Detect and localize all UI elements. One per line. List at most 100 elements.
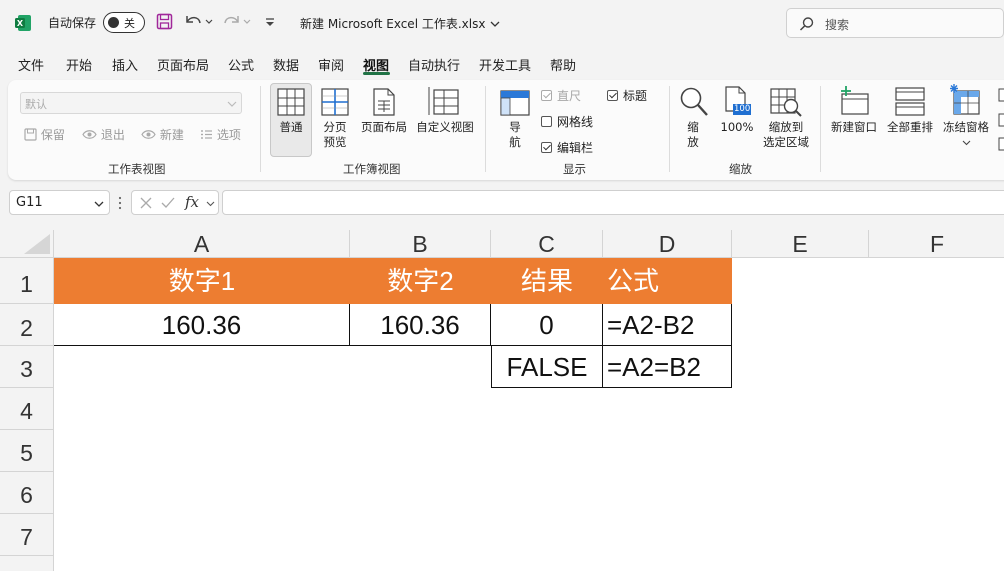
excel-logo-icon: X — [15, 15, 31, 31]
page-layout-label: 页面布局 — [361, 120, 407, 134]
gridlines-checkbox[interactable]: 网格线 — [541, 113, 593, 130]
new-view-button[interactable]: 新建 — [141, 126, 184, 143]
name-box[interactable]: G11 — [9, 190, 110, 215]
navigation-label: 导 航 — [509, 120, 521, 149]
zoom-to-selection-icon[interactable] — [770, 88, 804, 118]
column-header-e[interactable]: E — [732, 230, 869, 258]
eye-icon — [82, 130, 97, 139]
column-header-d[interactable]: D — [603, 230, 732, 258]
page-layout-icon[interactable] — [372, 88, 396, 116]
zoom-to-selection-label: 缩放到 选定区域 — [763, 120, 809, 149]
search-placeholder: 搜索 — [825, 18, 850, 32]
window-more-icons[interactable] — [998, 88, 1004, 154]
cell-d2[interactable]: =A2-B2 — [603, 304, 732, 346]
chevron-down-icon — [206, 201, 215, 207]
autosave-label: 自动保存 — [48, 16, 97, 30]
view-options-button[interactable]: 选项 — [200, 126, 241, 143]
headings-checkbox[interactable]: 标题 — [607, 87, 647, 104]
group-label-workbook-view: 工作簿视图 — [343, 162, 401, 176]
search-box[interactable]: 搜索 — [786, 8, 1004, 38]
document-title[interactable]: 新建 Microsoft Excel 工作表.xlsx — [300, 15, 501, 32]
cell-a2[interactable]: 160.36 — [54, 304, 350, 346]
cell-a1[interactable]: 数字1 — [54, 258, 350, 304]
cell-d1[interactable]: 公式 — [603, 258, 732, 304]
tab-home[interactable]: 开始 — [66, 55, 92, 74]
row-header-3[interactable]: 3 — [0, 346, 54, 388]
keep-view-button[interactable]: 保留 — [24, 126, 65, 143]
toggle-knob — [108, 16, 119, 28]
tab-developer[interactable]: 开发工具 — [479, 55, 531, 74]
redo-icon[interactable] — [222, 13, 252, 31]
row-header-5[interactable]: 5 — [0, 430, 54, 472]
eye-icon — [141, 130, 156, 139]
row-header-8[interactable] — [0, 556, 54, 571]
freeze-panes-icon[interactable] — [949, 84, 981, 116]
cancel-icon[interactable] — [139, 196, 153, 210]
tab-insert[interactable]: 插入 — [112, 55, 138, 74]
row-header-1[interactable]: 1 — [0, 258, 54, 304]
checkbox-box — [607, 90, 618, 101]
ribbon-separator — [820, 86, 821, 172]
formula-bar-checkbox[interactable]: 编辑栏 — [541, 139, 593, 156]
more-dots-icon — [118, 196, 122, 210]
arrange-all-icon[interactable] — [895, 87, 925, 117]
ribbon-separator — [485, 86, 486, 172]
page-break-preview-icon[interactable] — [321, 88, 349, 116]
formula-input[interactable] — [222, 190, 1004, 215]
zoom-icon[interactable] — [678, 86, 710, 118]
ribbon: 默认 保留 退出 新建 选项 工作表视图 普通 分页 预览 页面布局 自定义视图… — [8, 80, 1004, 180]
column-header-a[interactable]: A — [54, 230, 350, 258]
tab-data[interactable]: 数据 — [273, 55, 299, 74]
cell-c1[interactable]: 结果 — [491, 258, 603, 304]
worksheet-grid: A B C D E F 1 2 3 4 5 6 7 数字1 数字2 结果 公式 … — [0, 230, 1004, 571]
new-window-icon[interactable] — [838, 86, 870, 116]
check-icon[interactable] — [160, 196, 176, 210]
select-all-button[interactable] — [0, 230, 54, 258]
row-header-7[interactable]: 7 — [0, 514, 54, 556]
save-icon[interactable] — [156, 13, 173, 30]
row-header-2[interactable]: 2 — [0, 304, 54, 346]
search-icon — [799, 17, 814, 31]
column-header-c[interactable]: C — [491, 230, 603, 258]
chevron-down-icon — [227, 101, 237, 107]
insert-function-button[interactable]: fx — [185, 193, 199, 211]
formula-bar: G11 fx — [0, 188, 1004, 218]
tab-help[interactable]: 帮助 — [550, 55, 576, 74]
checkbox-box — [541, 142, 552, 153]
tab-automate[interactable]: 自动执行 — [408, 55, 460, 74]
chevron-down-icon — [490, 21, 500, 27]
custom-views-icon[interactable] — [428, 86, 462, 116]
column-header-b[interactable]: B — [350, 230, 491, 258]
cell-d3[interactable]: =A2=B2 — [603, 346, 732, 388]
tab-formulas[interactable]: 公式 — [228, 55, 254, 74]
formula-buttons: fx — [131, 190, 219, 215]
group-label-zoom: 缩放 — [729, 162, 752, 176]
tab-file[interactable]: 文件 — [18, 55, 44, 74]
zoom-100-button[interactable]: 100 — [724, 86, 752, 120]
undo-icon[interactable] — [184, 13, 214, 31]
row-header-4[interactable]: 4 — [0, 388, 54, 430]
column-header-f[interactable]: F — [869, 230, 1004, 258]
name-box-value: G11 — [16, 195, 43, 210]
title-bar: X 自动保存 关 新建 Microsoft Excel 工作表.xlsx 搜索 — [0, 0, 1004, 46]
ruler-checkbox[interactable]: 直尺 — [541, 87, 581, 104]
zoom-100-label: 100% — [720, 120, 754, 134]
cell-c2[interactable]: 0 — [491, 304, 603, 346]
navigation-pane-icon[interactable] — [500, 90, 530, 116]
cell-b2[interactable]: 160.36 — [350, 304, 491, 346]
row-header-6[interactable]: 6 — [0, 472, 54, 514]
tab-page-layout[interactable]: 页面布局 — [157, 55, 209, 74]
customize-toolbar-icon[interactable] — [263, 13, 277, 31]
cell-b1[interactable]: 数字2 — [350, 258, 491, 304]
arrange-all-label: 全部重排 — [887, 120, 933, 134]
cell-c3[interactable]: FALSE — [491, 346, 603, 388]
sheet-view-select[interactable]: 默认 — [20, 92, 242, 114]
autosave-toggle[interactable]: 关 — [103, 12, 145, 33]
chevron-down-icon — [94, 201, 104, 207]
ribbon-separator — [260, 86, 261, 172]
checkbox-box — [541, 90, 552, 101]
page-break-preview-label: 分页 预览 — [323, 120, 347, 149]
exit-view-button[interactable]: 退出 — [82, 126, 125, 143]
tab-review[interactable]: 审阅 — [318, 55, 344, 74]
menu-bar: 文件 开始 插入 页面布局 公式 数据 审阅 视图 自动执行 开发工具 帮助 — [0, 50, 1004, 78]
